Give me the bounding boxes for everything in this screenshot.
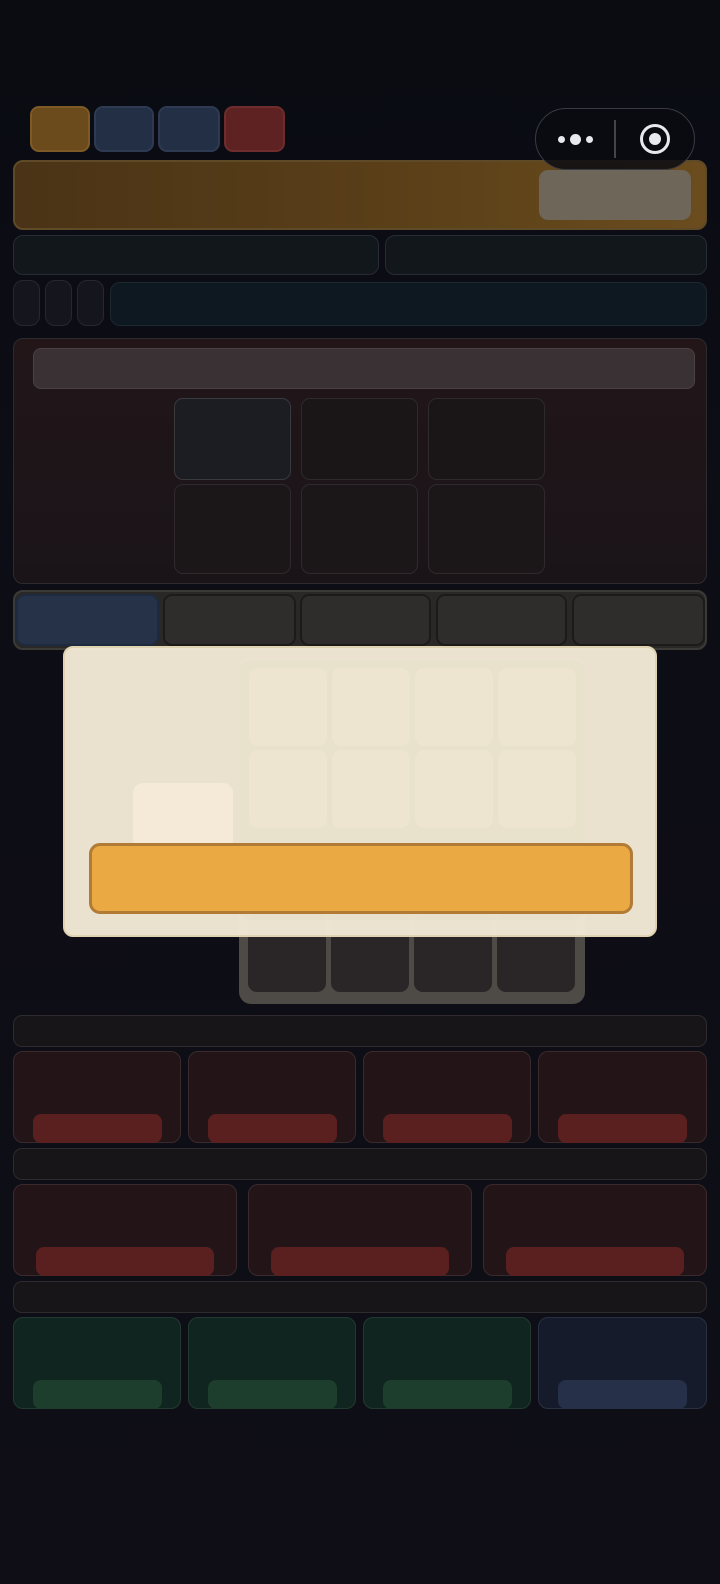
small-pill-2[interactable] <box>45 280 72 326</box>
grid-cell[interactable] <box>301 398 418 480</box>
modal-confirm-button[interactable] <box>89 843 633 914</box>
green-card-button[interactable] <box>383 1380 512 1409</box>
small-pill-3[interactable] <box>77 280 104 326</box>
info-bar-left <box>13 235 379 275</box>
red-card-wide-button[interactable] <box>36 1247 214 1276</box>
red-card-button[interactable] <box>208 1114 337 1143</box>
more-menu-button[interactable] <box>536 109 614 169</box>
tab-3[interactable] <box>300 594 431 646</box>
section-header-b <box>13 1148 707 1180</box>
modal-preview-key <box>415 750 493 828</box>
modal-preview-key <box>498 668 576 746</box>
modal-preview-key <box>415 668 493 746</box>
modal-preview-key <box>332 668 410 746</box>
top-chip-4[interactable] <box>224 106 285 152</box>
top-chip-1[interactable] <box>30 106 90 152</box>
miniprogram-capsule <box>535 108 695 170</box>
top-chip-3[interactable] <box>158 106 220 152</box>
red-card-button[interactable] <box>383 1114 512 1143</box>
target-circle-icon <box>639 124 670 154</box>
red-card-button[interactable] <box>558 1114 687 1143</box>
tab-2[interactable] <box>163 594 296 646</box>
green-card-button[interactable] <box>33 1380 162 1409</box>
red-card-button[interactable] <box>33 1114 162 1143</box>
red-card-wide-button[interactable] <box>506 1247 684 1276</box>
modal-preview-key <box>249 750 327 828</box>
green-card-button[interactable] <box>208 1380 337 1409</box>
grid-cell[interactable] <box>301 484 418 574</box>
close-miniprogram-button[interactable] <box>616 109 694 169</box>
section-header-c <box>13 1281 707 1313</box>
grid-cell[interactable] <box>428 484 545 574</box>
app-screen <box>0 0 720 1584</box>
tab-5[interactable] <box>572 594 705 646</box>
tab-1[interactable] <box>16 594 159 646</box>
modal-preview-key <box>249 668 327 746</box>
modal-dialog <box>63 646 657 937</box>
info-bar-right <box>385 235 707 275</box>
modal-preview-key <box>332 750 410 828</box>
banner-button[interactable] <box>539 170 691 220</box>
grid-cell[interactable] <box>428 398 545 480</box>
small-pill-1[interactable] <box>13 280 40 326</box>
grid-panel-header <box>33 348 695 389</box>
tab-4[interactable] <box>436 594 567 646</box>
top-chip-2[interactable] <box>94 106 154 152</box>
section-header-a <box>13 1015 707 1047</box>
grid-cell[interactable] <box>174 398 291 480</box>
more-dots-icon <box>557 133 593 145</box>
blue-card-button[interactable] <box>558 1380 687 1409</box>
modal-preview-key <box>498 750 576 828</box>
red-card-wide-button[interactable] <box>271 1247 449 1276</box>
grid-cell[interactable] <box>174 484 291 574</box>
long-status-bar <box>110 282 707 326</box>
